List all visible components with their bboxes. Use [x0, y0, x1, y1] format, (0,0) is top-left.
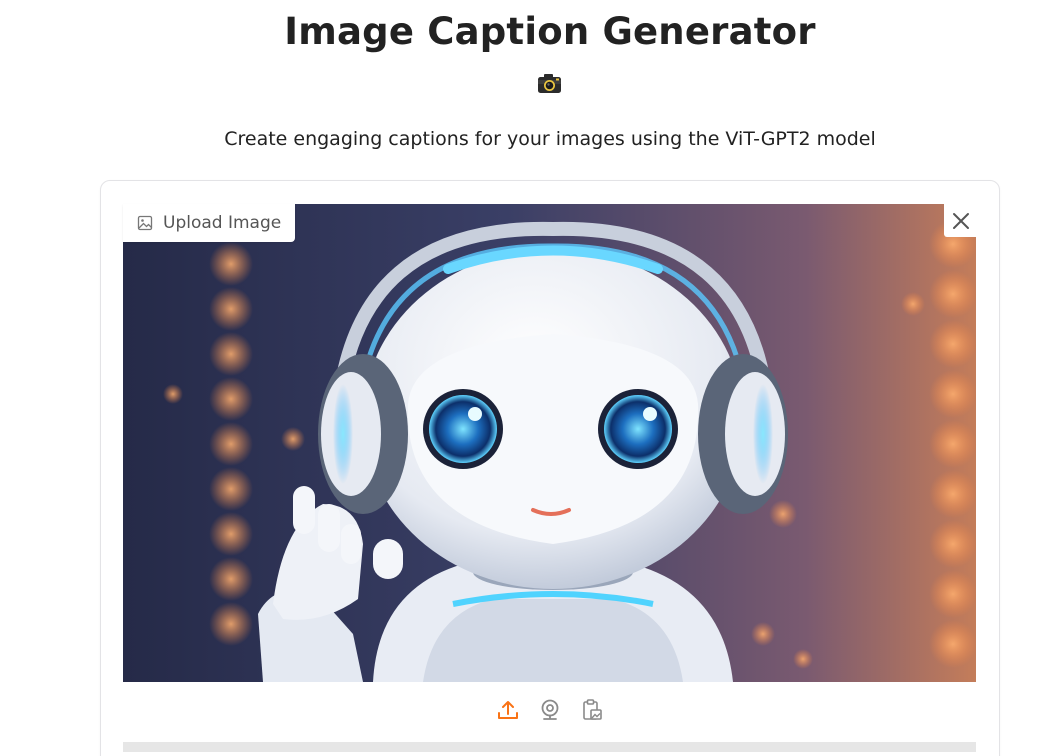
- image-input-panel: Upload Image: [100, 180, 1000, 756]
- clipboard-source-button[interactable]: [579, 697, 605, 723]
- app-page: Image Caption Generator Create engaging …: [0, 0, 1060, 756]
- upload-icon: [498, 701, 518, 719]
- close-icon: [952, 212, 969, 229]
- upload-image-label: Upload Image: [123, 204, 296, 242]
- webcam-source-button[interactable]: [537, 697, 563, 723]
- page-title: Image Caption Generator: [284, 10, 816, 53]
- clear-image-button[interactable]: [944, 204, 977, 237]
- camera-icon: [538, 74, 561, 93]
- clipboard-icon: [583, 699, 602, 720]
- upload-image-label-text: Upload Image: [163, 213, 282, 233]
- uploaded-image[interactable]: [123, 204, 976, 682]
- webcam-icon: [541, 699, 559, 720]
- upload-source-button[interactable]: [495, 697, 521, 723]
- robot-image: [123, 204, 976, 682]
- image-source-selector: [101, 697, 999, 723]
- image-icon: [137, 215, 153, 231]
- progress-track: [123, 742, 976, 752]
- page-subtitle: Create engaging captions for your images…: [224, 128, 876, 150]
